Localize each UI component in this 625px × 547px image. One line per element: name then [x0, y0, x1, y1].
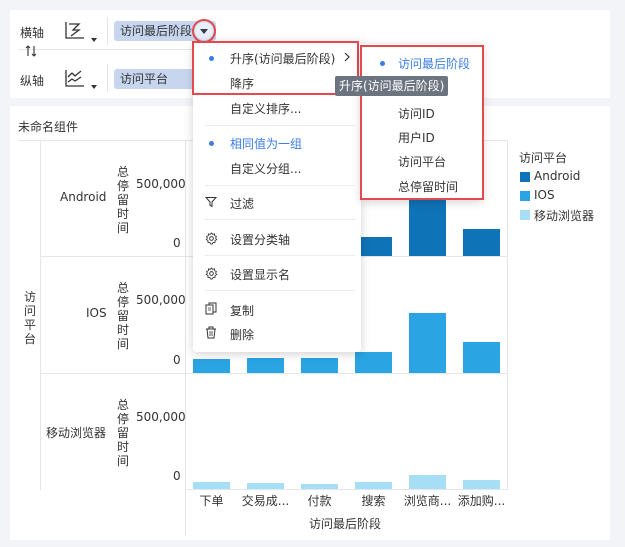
selected-dot: [209, 141, 214, 146]
legend-swatch-ios: [520, 191, 530, 201]
legend-title: 访问平台: [519, 151, 568, 165]
widget-title: 未命名组件: [18, 120, 79, 134]
x-axis-label: 横轴: [20, 26, 45, 40]
bar-chart-type-icon: [65, 22, 84, 39]
menu-divider: [205, 290, 355, 291]
bar-1-6[interactable]: [463, 229, 500, 256]
menu-item-custom-sort[interactable]: 自定义排序...: [230, 100, 301, 117]
menu-divider: [205, 255, 355, 256]
bar-2-6[interactable]: [463, 341, 500, 373]
bar-3-6[interactable]: [463, 479, 500, 489]
y-axis-type-button[interactable]: [64, 67, 86, 92]
facet-axis-label: 访问平台: [23, 290, 36, 346]
y-axis-border: [185, 140, 186, 535]
x-axis-line: [185, 489, 508, 490]
swap-icon: [25, 45, 37, 57]
facet-label-border: [40, 140, 41, 490]
facet-row-label: 移动浏览器: [46, 426, 107, 440]
divider: [107, 64, 108, 92]
x-axis-title: 访问最后阶段: [309, 517, 382, 531]
x-tick-label: 浏览商...: [403, 494, 452, 508]
y-axis-field-chip[interactable]: 访问平台: [114, 69, 196, 89]
bar-2-2[interactable]: [247, 357, 284, 373]
legend-swatch-android: [520, 172, 530, 182]
highlight-box: [192, 41, 359, 95]
menu-item-custom-group[interactable]: 自定义分组...: [230, 160, 301, 177]
y-axis-title: 总停留时间: [116, 281, 129, 351]
copy-icon: [205, 302, 217, 315]
gear-icon: [205, 232, 218, 245]
menu-item-set-display-name[interactable]: 设置显示名: [230, 266, 290, 283]
facet-row-label: IOS: [86, 306, 107, 320]
y-tick-label: 500,000: [136, 177, 186, 191]
x-axis-field-label: 访问最后阶段: [120, 24, 193, 38]
menu-divider: [205, 185, 355, 186]
y-axis-type-caret-icon[interactable]: [91, 85, 97, 89]
swap-axes-button[interactable]: [24, 44, 38, 61]
plot-right-border: [507, 140, 508, 490]
menu-item-filter[interactable]: 过滤: [230, 195, 254, 212]
y-tick-label: 0: [173, 469, 181, 483]
x-tick-label: 搜索: [361, 494, 386, 508]
y-axis-label: 纵轴: [20, 74, 45, 88]
x-axis-type-button[interactable]: [64, 19, 86, 44]
divider: [107, 17, 108, 45]
highlight-box: [360, 45, 484, 200]
y-tick-label: 0: [173, 353, 181, 367]
y-tick-label: 0: [173, 236, 181, 250]
y-axis-field-label: 访问平台: [120, 72, 169, 86]
bar-3-3[interactable]: [301, 484, 338, 489]
bar-2-4[interactable]: [355, 352, 392, 373]
bar-2-3[interactable]: [301, 357, 338, 373]
filter-icon: [205, 197, 217, 208]
menu-item-delete[interactable]: 删除: [230, 326, 254, 343]
bar-3-4[interactable]: [355, 482, 392, 489]
bar-2-1[interactable]: [193, 359, 230, 373]
menu-divider: [205, 125, 355, 126]
menu-divider: [205, 219, 355, 220]
x-tick-label: 添加购...: [457, 494, 506, 508]
sort-tooltip: 升序(访问最后阶段): [335, 76, 449, 96]
x-tick-label: 下单: [199, 494, 224, 508]
legend-swatch-mobile-browser: [520, 210, 530, 220]
x-axis-type-caret-icon[interactable]: [91, 38, 97, 42]
y-axis-title: 总停留时间: [116, 165, 129, 235]
bar-3-5[interactable]: [409, 475, 446, 489]
gear-icon: [205, 267, 218, 280]
legend-label-mobile-browser[interactable]: 移动浏览器: [534, 207, 594, 224]
bar-2-5[interactable]: [409, 312, 446, 373]
legend-label-ios[interactable]: IOS: [534, 188, 555, 202]
facet-divider: [40, 373, 508, 374]
bar-3-2[interactable]: [247, 483, 284, 489]
x-tick-label: 付款: [307, 494, 332, 508]
y-axis-title: 总停留时间: [116, 398, 129, 468]
y-tick-label: 500,000: [136, 293, 186, 307]
trash-icon: [206, 326, 216, 339]
menu-item-group-same-values[interactable]: 相同值为一组: [230, 135, 302, 152]
menu-item-copy[interactable]: 复制: [230, 302, 254, 319]
y-tick-label: 500,000: [136, 410, 186, 424]
highlight-circle: [192, 19, 216, 43]
x-tick-label: 交易成...: [241, 494, 290, 508]
menu-item-set-category-axis[interactable]: 设置分类轴: [230, 231, 290, 248]
bar-3-1[interactable]: [193, 482, 230, 489]
line-chart-type-icon: [65, 70, 84, 87]
divider: [18, 49, 193, 50]
facet-row-label: Android: [60, 190, 107, 204]
legend-label-android[interactable]: Android: [534, 169, 580, 183]
bar-1-5[interactable]: [409, 199, 446, 256]
